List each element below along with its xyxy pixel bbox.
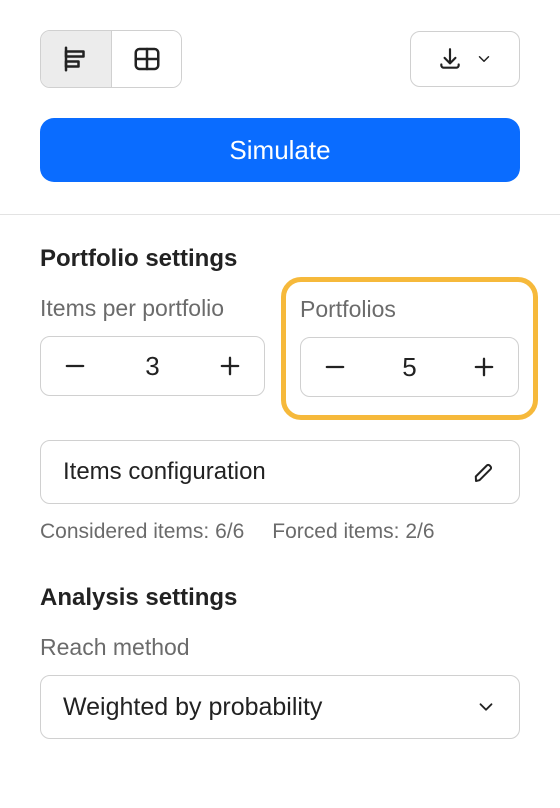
items-per-portfolio-stepper: 3 (40, 336, 265, 396)
portfolios-value: 5 (402, 352, 416, 383)
plus-icon (470, 353, 498, 381)
items-decrement-button[interactable] (55, 346, 95, 386)
download-icon (437, 46, 463, 72)
reach-method-select[interactable]: Weighted by probability (40, 675, 520, 739)
items-per-portfolio-value: 3 (145, 351, 159, 382)
plus-icon (216, 352, 244, 380)
portfolios-highlight: Portfolios 5 (281, 277, 538, 420)
forced-items-text: Forced items: 2/6 (272, 520, 434, 544)
table-view-button[interactable] (111, 31, 181, 87)
minus-icon (321, 353, 349, 381)
view-toggle (40, 30, 182, 88)
minus-icon (61, 352, 89, 380)
chevron-down-icon (475, 50, 493, 68)
portfolios-label: Portfolios (300, 296, 519, 323)
chevron-down-icon (475, 696, 497, 718)
pencil-icon (473, 460, 497, 484)
items-configuration-label: Items configuration (63, 458, 266, 486)
items-configuration-button[interactable]: Items configuration (40, 440, 520, 504)
table-icon (132, 44, 162, 74)
portfolio-settings-title: Portfolio settings (40, 245, 520, 273)
reach-method-value: Weighted by probability (63, 693, 322, 722)
portfolios-increment-button[interactable] (464, 347, 504, 387)
portfolios-stepper: 5 (300, 337, 519, 397)
simulate-button[interactable]: Simulate (40, 118, 520, 182)
chart-view-button[interactable] (41, 31, 111, 87)
analysis-settings-title: Analysis settings (40, 584, 520, 612)
reach-method-label: Reach method (40, 634, 520, 661)
simulate-label: Simulate (229, 135, 330, 166)
portfolios-decrement-button[interactable] (315, 347, 355, 387)
items-increment-button[interactable] (210, 346, 250, 386)
items-per-portfolio-label: Items per portfolio (40, 295, 265, 322)
download-button[interactable] (410, 31, 520, 87)
bar-chart-icon (61, 44, 91, 74)
considered-items-text: Considered items: 6/6 (40, 520, 244, 544)
